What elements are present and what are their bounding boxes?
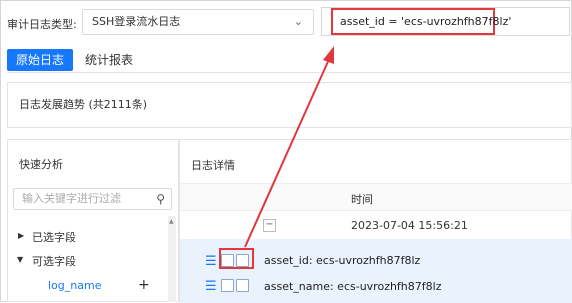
annotation-arrow xyxy=(244,46,334,248)
